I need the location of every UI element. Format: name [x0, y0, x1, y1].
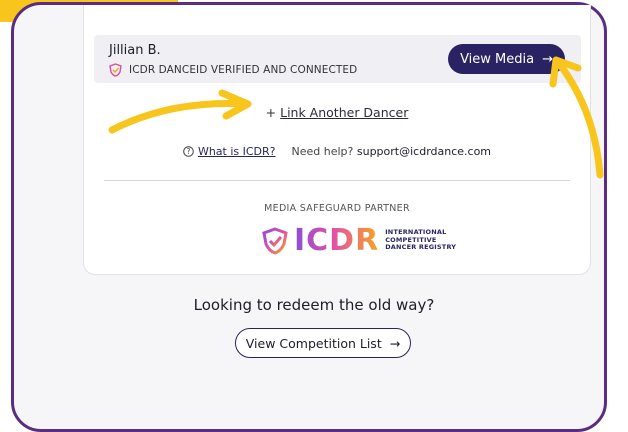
- dancer-card: Jillian B. ICDR DANCEID VERIFIED AND CON…: [83, 5, 591, 275]
- plus-icon: +: [265, 105, 277, 120]
- redeem-prompt: Looking to redeem the old way?: [193, 296, 435, 314]
- divider: [104, 180, 570, 181]
- what-is-icdr-link[interactable]: ? What is ICDR?: [183, 145, 276, 158]
- panel-frame: Jillian B. ICDR DANCEID VERIFIED AND CON…: [11, 2, 607, 432]
- icdr-logo: ICDR INTERNATIONAL COMPETITIVE DANCER RE…: [262, 223, 456, 258]
- view-competition-list-label: View Competition List: [245, 335, 382, 351]
- partner-label: MEDIA SAFEGUARD PARTNER: [264, 203, 410, 214]
- question-circle-icon: ?: [183, 146, 194, 157]
- dancer-name: Jillian B.: [109, 43, 161, 58]
- svg-text:?: ?: [186, 147, 190, 156]
- dancer-row: Jillian B. ICDR DANCEID VERIFIED AND CON…: [94, 35, 581, 83]
- view-media-label: View Media: [460, 51, 535, 67]
- arrow-right-icon: →: [542, 51, 553, 67]
- link-another-dancer-row: + Link Another Dancer: [84, 105, 590, 120]
- verification-status: ICDR DANCEID VERIFIED AND CONNECTED: [109, 63, 357, 77]
- view-competition-list-button[interactable]: View Competition List →: [235, 328, 411, 358]
- view-media-button[interactable]: View Media →: [448, 44, 565, 74]
- link-another-dancer-link[interactable]: Link Another Dancer: [280, 105, 408, 120]
- icdr-shield-icon: [262, 226, 288, 255]
- what-is-icdr-label: What is ICDR?: [197, 145, 276, 158]
- need-help-text: Need help? support@icdrdance.com: [291, 145, 492, 158]
- icdr-logo-text: ICDR: [294, 223, 380, 258]
- help-row: ? What is ICDR? Need help? support@icdrd…: [84, 145, 590, 158]
- arrow-right-icon: →: [389, 335, 401, 351]
- shield-check-icon: [109, 63, 122, 77]
- support-email[interactable]: support@icdrdance.com: [357, 145, 491, 158]
- icdr-logo-subtitle: INTERNATIONAL COMPETITIVE DANCER REGISTR…: [385, 228, 457, 252]
- verification-text: ICDR DANCEID VERIFIED AND CONNECTED: [129, 64, 358, 76]
